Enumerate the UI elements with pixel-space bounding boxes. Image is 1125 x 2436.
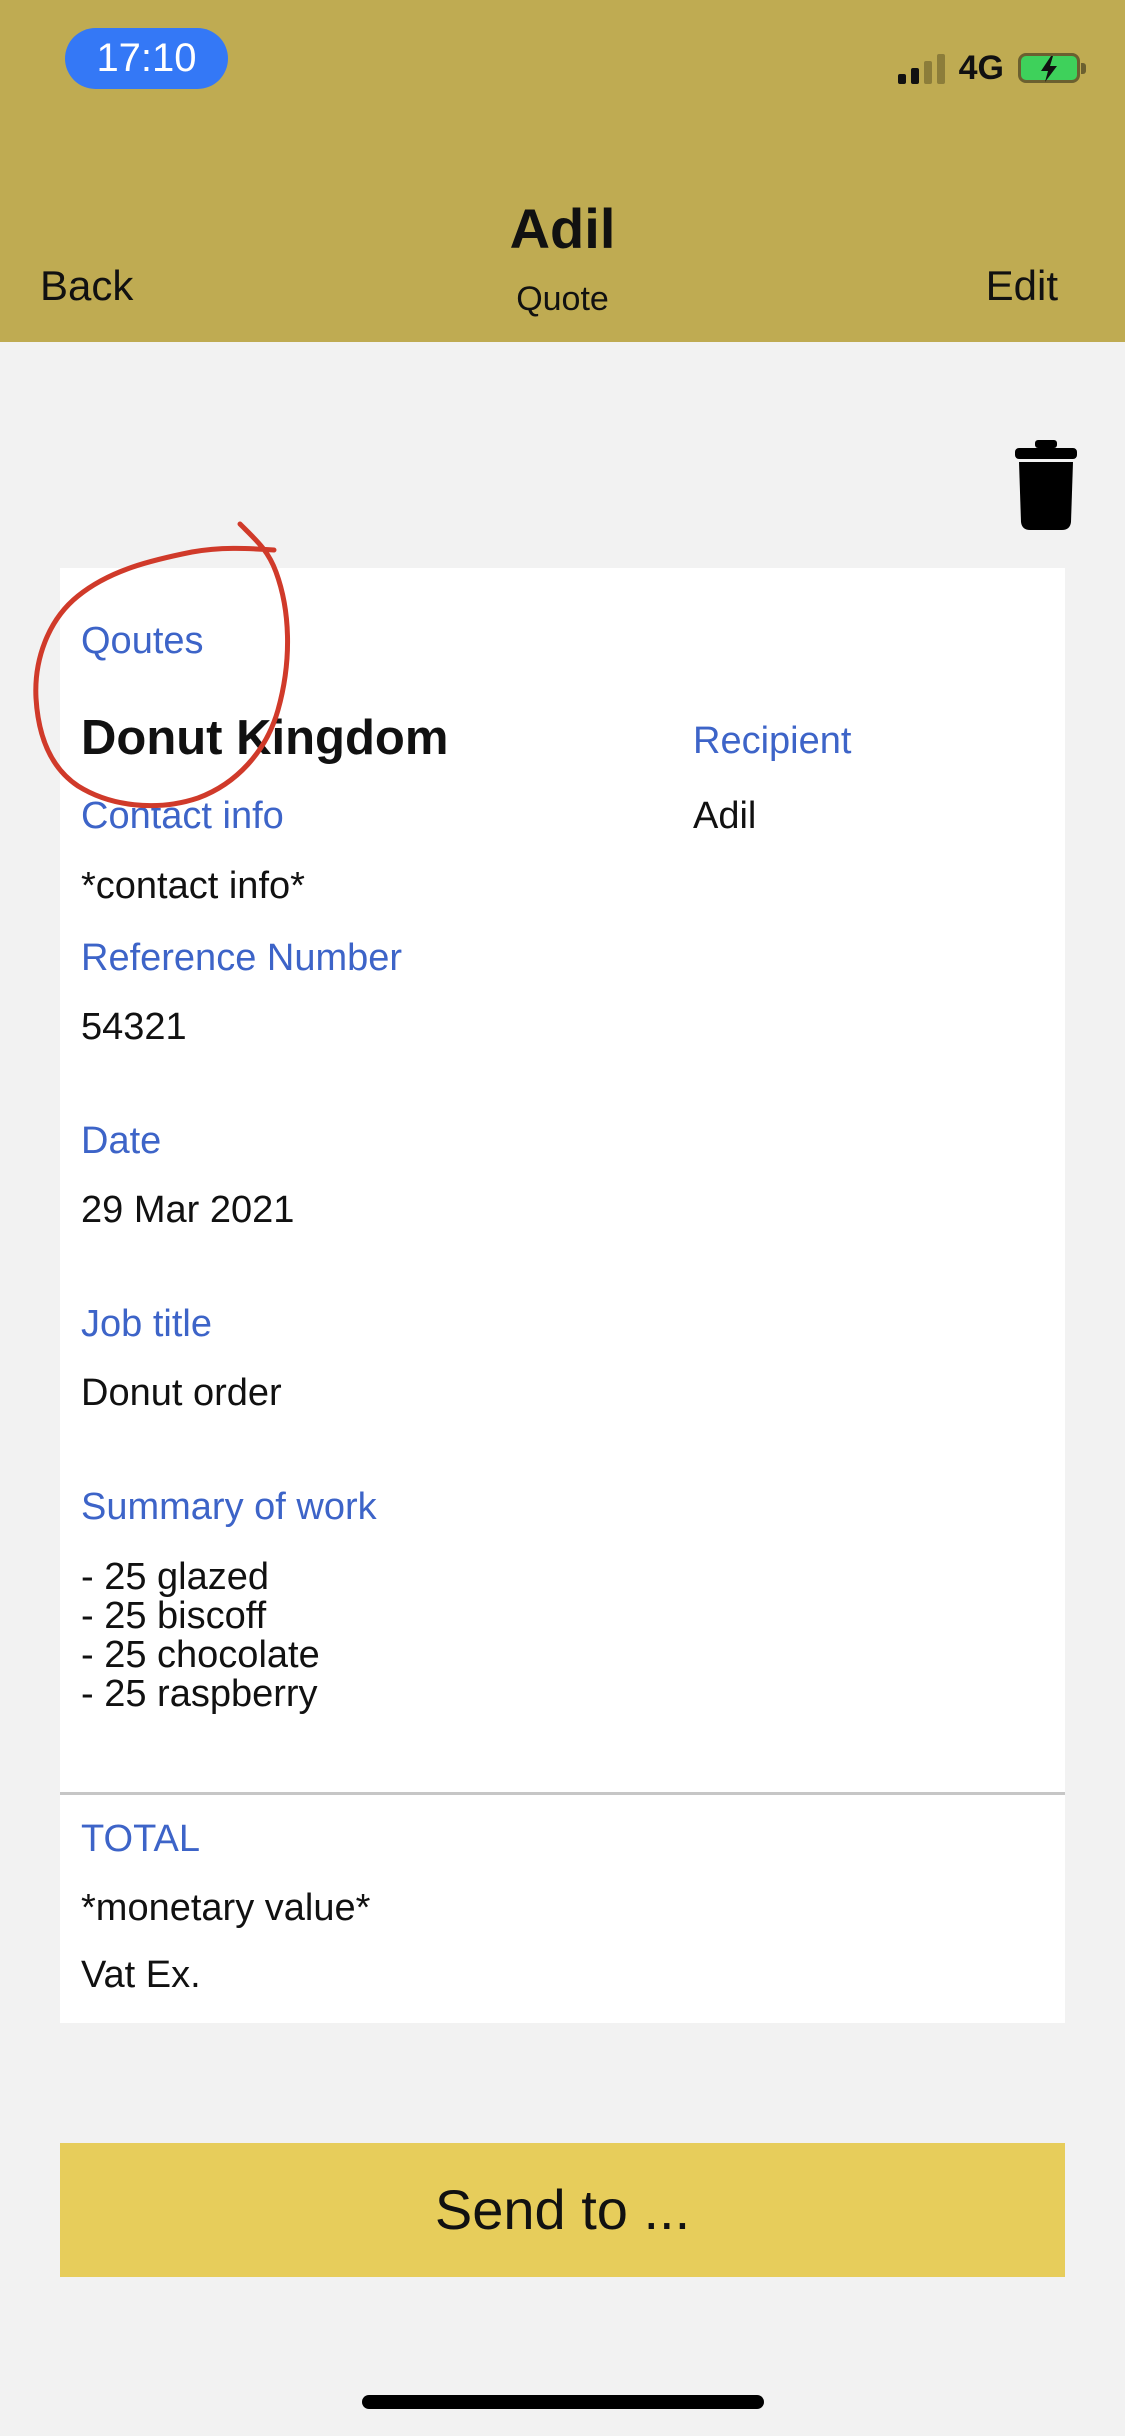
summary-item: - 25 glazed xyxy=(81,1556,270,1598)
divider xyxy=(60,1792,1065,1795)
date-value: 29 Mar 2021 xyxy=(81,1189,295,1231)
network-label: 4G xyxy=(958,48,1004,87)
page-subtitle: Quote xyxy=(516,280,609,318)
status-time: 17:10 xyxy=(65,28,228,89)
home-indicator[interactable] xyxy=(362,2395,764,2409)
signal-icon xyxy=(897,52,945,84)
job-title-label: Job title xyxy=(81,1303,212,1345)
nav-header: 17:10 4G Back Adil Quote Edit xyxy=(0,0,1125,342)
reference-label: Reference Number xyxy=(81,937,403,979)
date-label: Date xyxy=(81,1120,162,1162)
reference-value: 54321 xyxy=(81,1006,187,1048)
summary-item: - 25 chocolate xyxy=(81,1634,320,1676)
recipient-label: Recipient xyxy=(693,720,852,762)
section-label: Qoutes xyxy=(81,620,204,662)
edit-button[interactable]: Edit xyxy=(986,262,1058,310)
summary-item: - 25 biscoff xyxy=(81,1595,267,1637)
total-label: TOTAL xyxy=(81,1818,200,1860)
recipient-value: Adil xyxy=(693,795,757,837)
company-name: Donut Kingdom xyxy=(81,711,449,765)
trash-icon[interactable] xyxy=(1013,440,1079,530)
summary-list: - 25 glazed - 25 biscoff - 25 chocolate … xyxy=(81,1558,320,1714)
vat-note: Vat Ex. xyxy=(81,1954,201,1996)
contact-value: *contact info* xyxy=(81,865,305,907)
page-title: Adil xyxy=(509,197,616,260)
summary-label: Summary of work xyxy=(81,1486,377,1528)
total-value: *monetary value* xyxy=(81,1887,371,1929)
battery-icon xyxy=(1018,53,1086,83)
quote-card: Qoutes Donut Kingdom Recipient Adil Cont… xyxy=(60,568,1065,2023)
send-button[interactable]: Send to ... xyxy=(60,2143,1065,2277)
job-title-value: Donut order xyxy=(81,1372,282,1414)
status-indicators: 4G xyxy=(897,48,1086,88)
summary-item: - 25 raspberry xyxy=(81,1673,318,1715)
contact-label: Contact info xyxy=(81,795,284,837)
